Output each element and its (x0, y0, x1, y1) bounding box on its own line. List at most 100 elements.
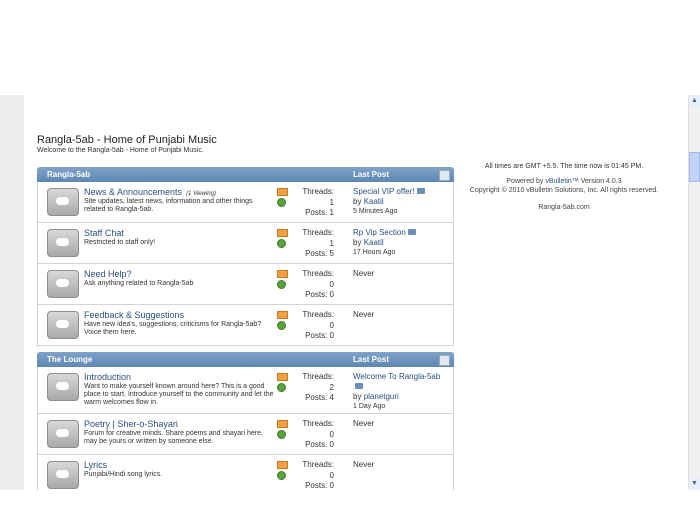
rss-icon[interactable] (277, 461, 288, 469)
forum-description: Site updates, latest news, information a… (84, 198, 253, 213)
page-title: Rangla-5ab - Home of Punjabi Music (37, 134, 217, 146)
forum-row: Need Help? Ask anything related to Rangl… (37, 264, 454, 305)
forum-stats: Threads: 0 Posts: 0 (294, 310, 334, 342)
scroll-down-icon[interactable]: ▼ (689, 478, 700, 490)
time-value: 01:45 PM (611, 163, 642, 170)
rss-icon[interactable] (277, 188, 288, 196)
page-content: Rangla-5ab - Home of Punjabi Music Welco… (24, 95, 665, 490)
last-post-never: Never (353, 460, 375, 469)
rss-icon[interactable] (277, 270, 288, 278)
forum-title-link[interactable]: Lyrics (84, 460, 107, 470)
posts-count: 0 (329, 440, 334, 449)
forum-status-icon (47, 270, 79, 298)
forum-title-link[interactable]: Staff Chat (84, 228, 124, 238)
posts-count: 5 (329, 249, 334, 258)
forum-title-link[interactable]: Poetry | Sher-o-Shayari (84, 419, 178, 429)
forum-status-icon (47, 229, 79, 257)
viewing-count: (1 Viewing) (186, 191, 216, 197)
posts-count: 0 (329, 481, 334, 490)
forum-description: Ask anything related to Rangla-5ab (84, 280, 194, 287)
page-subtitle: Welcome to the Rangla-5ab - Home of Punj… (37, 147, 204, 154)
copyright: Copyright © 2010 vBulletin Solutions, In… (469, 187, 659, 194)
posts-count: 0 (329, 331, 334, 340)
threads-count: 1 (329, 238, 334, 248)
collapse-icon[interactable] (439, 170, 450, 181)
go-icon[interactable] (277, 321, 286, 330)
last-post: Rp Vip Section by Kaatil 17 Hours Ago (353, 228, 453, 258)
last-post: Never (353, 269, 453, 279)
category-header: The Lounge Last Post (37, 352, 454, 367)
threads-count: 0 (329, 279, 334, 289)
go-to-post-icon[interactable] (355, 383, 363, 389)
forum-row: Introduction Want to make yourself known… (37, 367, 454, 414)
last-post: Never (353, 419, 453, 429)
rss-icon[interactable] (277, 420, 288, 428)
forum-row: News & Announcements (1 Viewing) Site upd… (37, 182, 454, 223)
threads-count: 0 (329, 429, 334, 439)
go-icon[interactable] (277, 383, 286, 392)
forum-description: Restricted to staff only! (84, 239, 156, 246)
forum-status-icon (47, 188, 79, 216)
last-post-time: 1 Day Ago (353, 403, 386, 410)
posts-count: 0 (329, 290, 334, 299)
go-to-post-icon[interactable] (416, 188, 425, 194)
category-title[interactable]: Rangla-5ab (47, 170, 90, 179)
forum-status-icon (47, 373, 79, 401)
go-icon[interactable] (277, 430, 286, 439)
vbulletin-link[interactable]: vBulletin™ (545, 178, 578, 185)
forum-status-icon (47, 461, 79, 489)
threads-count: 2 (329, 382, 334, 392)
last-post-never: Never (353, 269, 375, 278)
go-icon[interactable] (277, 239, 286, 248)
rss-icon[interactable] (277, 229, 288, 237)
scroll-thumb[interactable] (689, 152, 700, 182)
forum-stats: Threads: 1 Posts: 5 (294, 228, 334, 260)
forum-stats: Threads: 2 Posts: 4 (294, 372, 334, 404)
rss-icon[interactable] (277, 311, 288, 319)
last-post: Welcome To Rangla-5ab by planetguri 1 Da… (353, 372, 453, 412)
last-post-user[interactable]: Kaatil (364, 238, 384, 247)
threads-count: 0 (329, 320, 334, 330)
last-post-user[interactable]: Kaatil (364, 197, 384, 206)
go-icon[interactable] (277, 471, 286, 480)
footer-info: All times are GMT +5.5. The time now is … (464, 162, 664, 212)
posts-count: 4 (329, 393, 334, 402)
forum-description: Have new idea's, suggestions, criticisms… (84, 321, 262, 336)
forum-title-link[interactable]: News & Announcements (84, 187, 182, 197)
forum-row: Lyrics Punjabi/Hindi song lyrics. Thread… (37, 455, 454, 490)
category-title[interactable]: The Lounge (47, 355, 92, 364)
last-post-header: Last Post (353, 355, 390, 364)
go-icon[interactable] (277, 280, 286, 289)
category-rangla-5ab: Rangla-5ab Last Post News & Announcement… (37, 167, 454, 346)
last-post-time: 5 Minutes Ago (353, 208, 398, 215)
last-post-header: Last Post (353, 170, 390, 179)
vertical-scrollbar[interactable]: ▲ ▼ (688, 95, 700, 490)
rss-icon[interactable] (277, 373, 288, 381)
forum-status-icon (47, 420, 79, 448)
last-post-link[interactable]: Welcome To Rangla-5ab (353, 372, 440, 381)
last-post-link[interactable]: Special VIP offer! (353, 187, 415, 196)
forum-title-link[interactable]: Need Help? (84, 269, 132, 279)
forum-stats: Threads: 0 Posts: 0 (294, 460, 334, 490)
last-post-link[interactable]: Rp Vip Section (353, 228, 406, 237)
last-post-never: Never (353, 310, 375, 319)
forum-row: Feedback & Suggestions Have new idea's, … (37, 305, 454, 346)
forum-description: Punjabi/Hindi song lyrics. (84, 471, 163, 478)
category-header: Rangla-5ab Last Post (37, 167, 454, 182)
site-name: Rangla-5ab.com (538, 204, 590, 211)
page-background-left (0, 95, 24, 490)
forum-stats: Threads: 1 Posts: 1 (294, 187, 334, 219)
go-to-post-icon[interactable] (407, 229, 416, 235)
threads-count: 0 (329, 470, 334, 480)
forum-title-link[interactable]: Introduction (84, 372, 131, 382)
last-post-time: 17 Hours Ago (353, 249, 396, 256)
forum-title-link[interactable]: Feedback & Suggestions (84, 310, 184, 320)
forum-stats: Threads: 0 Posts: 0 (294, 269, 334, 301)
threads-count: 1 (329, 197, 334, 207)
collapse-icon[interactable] (439, 355, 450, 366)
server-time: All times are GMT +5.5. The time now is … (484, 163, 644, 170)
last-post-user[interactable]: planetguri (364, 392, 399, 401)
last-post: Never (353, 310, 453, 320)
go-icon[interactable] (277, 198, 286, 207)
scroll-up-icon[interactable]: ▲ (689, 95, 700, 107)
